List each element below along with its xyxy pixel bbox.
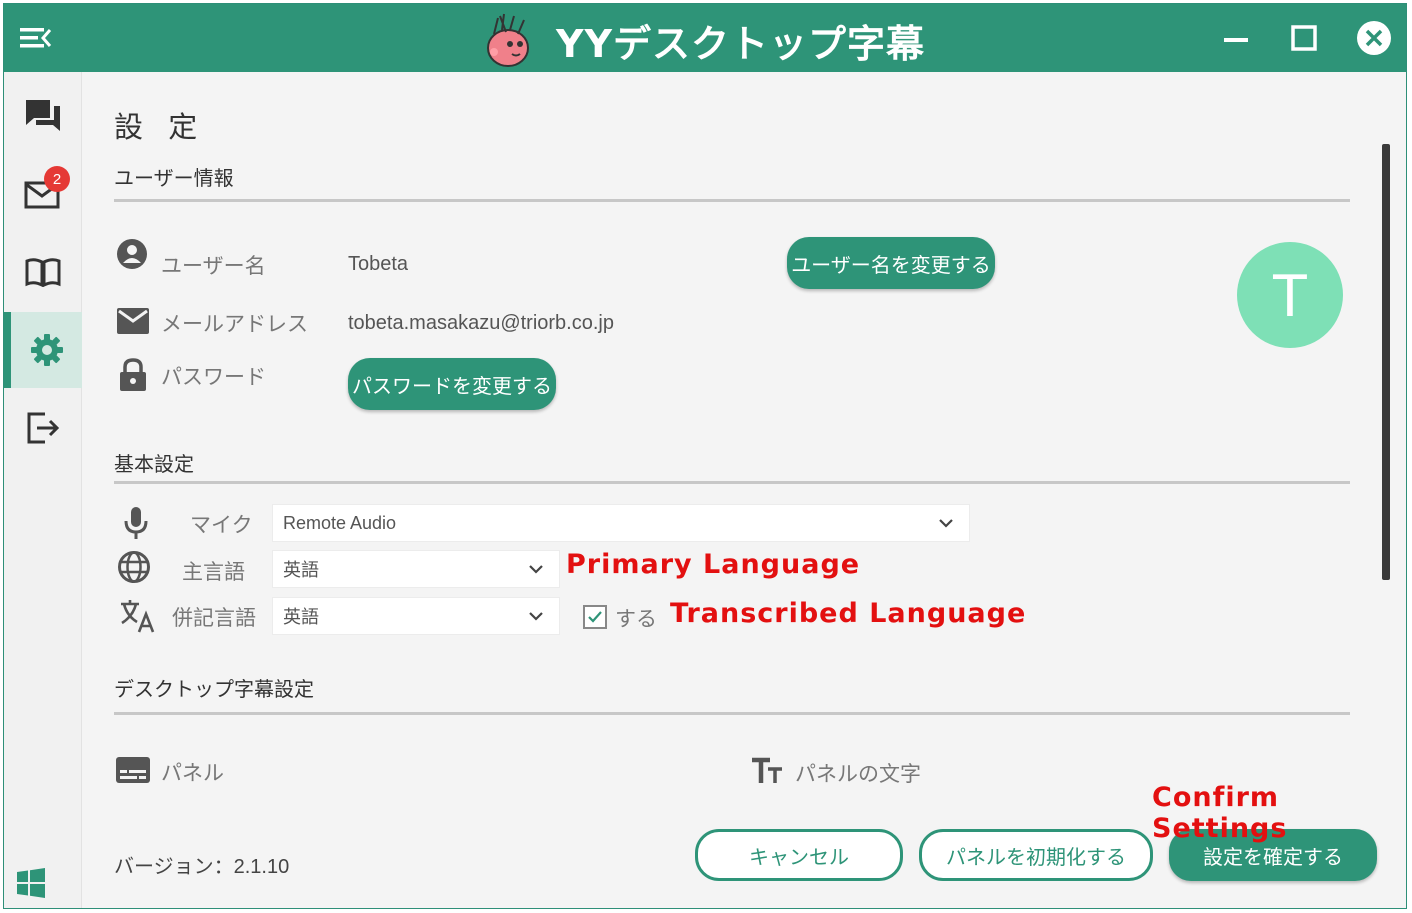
section-divider	[114, 481, 1350, 484]
secondary-language-select[interactable]: 英語	[272, 597, 560, 635]
mic-select[interactable]: Remote Audio	[272, 504, 970, 542]
primary-language-value: 英語	[283, 560, 319, 580]
app-title: YYデスクトップ字幕	[556, 21, 926, 66]
windows-logo-icon[interactable]	[16, 868, 48, 900]
change-password-button[interactable]: パスワードを変更する	[348, 358, 556, 410]
chevron-down-icon	[529, 612, 543, 621]
chat-icon	[26, 100, 60, 131]
change-username-button[interactable]: ユーザー名を変更する	[787, 237, 995, 289]
reset-panel-button[interactable]: パネルを初期化する	[919, 829, 1153, 881]
desktop-section-title: デスクトップ字幕設定	[114, 677, 314, 701]
close-button[interactable]	[1354, 20, 1394, 56]
user-circle-icon	[116, 238, 148, 274]
user-section-title: ユーザー情報	[114, 166, 234, 190]
chevron-down-icon	[939, 519, 953, 528]
secondary-language-label: 併記言語	[172, 606, 256, 630]
sidebar: 2	[4, 72, 82, 908]
book-icon	[25, 258, 61, 287]
email-value: tobeta.masakazu@triorb.co.jp	[348, 312, 614, 334]
version-text: バージョン：2.1.10	[114, 856, 290, 878]
mascot-logo-icon	[487, 13, 529, 67]
gear-icon	[30, 334, 63, 366]
panel-label: パネル	[161, 761, 224, 785]
title-bar: YYデスクトップ字幕	[4, 4, 1406, 72]
annotation-transcribed-language: Transcribed Language	[670, 598, 1027, 629]
sidebar-item-book[interactable]	[4, 234, 82, 310]
annotation-confirm-settings: Confirm Settings	[1152, 782, 1288, 844]
primary-language-select[interactable]: 英語	[272, 550, 560, 588]
page-title: 設 定	[114, 110, 206, 144]
lock-icon	[119, 358, 147, 396]
mic-label: マイク	[190, 513, 253, 537]
sidebar-item-mail[interactable]: 2	[4, 156, 82, 232]
section-divider	[114, 199, 1350, 202]
mail-icon	[117, 308, 149, 338]
secondary-enable-label: する	[615, 607, 657, 631]
globe-icon	[117, 550, 151, 588]
secondary-language-checkbox[interactable]	[583, 605, 607, 629]
app-window: YYデスクトップ字幕 2 設 定 ユーザー情報 ユーザー名 Tobeta ユーザ…	[3, 3, 1407, 909]
text-size-icon	[750, 757, 784, 789]
password-label: パスワード	[161, 365, 266, 389]
cancel-button[interactable]: キャンセル	[695, 829, 903, 881]
checkmark-icon	[588, 611, 602, 623]
logout-icon	[27, 412, 60, 444]
secondary-language-value: 英語	[283, 607, 319, 627]
sidebar-item-chat[interactable]	[4, 78, 82, 154]
mic-select-value: Remote Audio	[283, 512, 397, 533]
sidebar-item-logout[interactable]	[4, 390, 82, 466]
unread-badge: 2	[44, 166, 70, 192]
microphone-icon	[123, 506, 149, 544]
panel-text-label: パネルの文字	[795, 762, 921, 786]
minimize-button[interactable]	[1216, 20, 1256, 56]
avatar: T	[1237, 242, 1343, 348]
chevron-down-icon	[529, 565, 543, 574]
annotation-primary-language: Primary Language	[566, 549, 861, 580]
sidebar-item-settings[interactable]	[4, 312, 82, 388]
basic-section-title: 基本設定	[114, 452, 194, 476]
email-label: メールアドレス	[161, 312, 308, 336]
subtitles-panel-icon	[116, 757, 150, 787]
section-divider	[114, 712, 1350, 715]
username-value: Tobeta	[348, 253, 409, 275]
username-label: ユーザー名	[161, 254, 266, 278]
maximize-button[interactable]	[1284, 20, 1324, 56]
primary-language-label: 主言語	[182, 560, 245, 584]
app-title-group: YYデスクトップ字幕	[480, 12, 925, 68]
menu-collapse-icon[interactable]	[18, 24, 54, 54]
translate-icon	[119, 598, 157, 638]
scrollbar[interactable]	[1382, 144, 1390, 580]
